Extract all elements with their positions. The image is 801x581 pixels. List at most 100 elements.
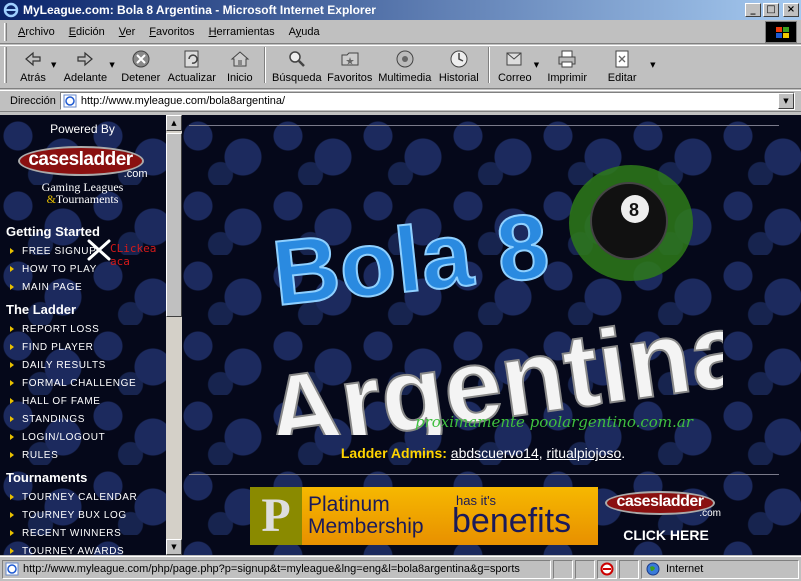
status-cell-security: [597, 559, 617, 579]
annotation-text: CLickea aca: [110, 242, 157, 268]
toolbar-overflow-icon[interactable]: ▼: [650, 61, 655, 69]
toolbar-separator: [487, 47, 490, 83]
print-button[interactable]: Imprimir: [542, 44, 592, 84]
printer-icon: [558, 50, 576, 68]
menu-edicion[interactable]: Edición: [62, 26, 112, 38]
url-input[interactable]: [80, 95, 778, 107]
logo-ampersand: &: [46, 192, 56, 206]
nav-item-daily-results[interactable]: DAILY RESULTS: [6, 356, 165, 374]
nav-item-hall-of-fame[interactable]: HALL OF FAME: [6, 392, 165, 410]
back-dropdown-icon[interactable]: ▼: [51, 61, 56, 69]
stop-icon: [132, 50, 150, 68]
click-here-label: CLICK HERE: [623, 527, 709, 543]
nav-item-label: STANDINGS: [22, 413, 85, 425]
nav-item-main-page[interactable]: MAIN PAGE: [6, 278, 165, 296]
history-button[interactable]: Historial: [434, 44, 484, 84]
home-button[interactable]: Inicio: [220, 44, 260, 84]
security-zone: Internet: [641, 559, 799, 579]
windows-logo-icon: [765, 21, 797, 43]
address-dropdown-icon[interactable]: ▼: [778, 93, 794, 109]
casesladder-click-here-ad[interactable]: casesladder .com CLICK HERE: [601, 489, 731, 545]
nav-item-login-logout[interactable]: LOGIN/LOGOUT: [6, 428, 165, 446]
admin-link-ritualpiojoso[interactable]: ritualpiojoso: [547, 445, 622, 461]
page-content: Powered By casesladder .com Gaming Leagu…: [0, 115, 801, 555]
back-label: Atrás: [20, 72, 46, 84]
address-field[interactable]: ▼: [59, 92, 795, 110]
media-button[interactable]: Multimedia: [376, 44, 434, 84]
nav-item-label: HOW TO PLAY: [22, 263, 97, 275]
nav-section-the-ladder: The Ladder REPORT LOSS FIND PLAYER DAILY…: [0, 302, 165, 464]
media-label: Multimedia: [378, 72, 432, 84]
admins-label: Ladder Admins:: [340, 445, 447, 461]
home-icon: [230, 51, 250, 67]
nav-item-tourney-calendar[interactable]: TOURNEY CALENDAR: [6, 488, 165, 506]
history-clock-icon: [450, 50, 468, 68]
divider-bottom: [189, 474, 779, 475]
nav-item-find-player[interactable]: FIND PLAYER: [6, 338, 165, 356]
mail-label: Correo: [497, 72, 532, 84]
stop-button[interactable]: Detener: [118, 44, 164, 84]
nav-item-standings[interactable]: STANDINGS: [6, 410, 165, 428]
forward-dropdown-icon[interactable]: ▼: [109, 61, 114, 69]
refresh-button[interactable]: Actualizar: [164, 44, 220, 84]
platinum-membership-ad[interactable]: P Platinum Membership has it's benefits: [250, 487, 598, 545]
forward-label: Adelante: [63, 72, 108, 84]
nav-item-label: LOGIN/LOGOUT: [22, 431, 106, 443]
ie-page-icon: [63, 94, 77, 108]
favorites-folder-icon: [341, 52, 359, 66]
mail-button[interactable]: Correo: [494, 44, 536, 84]
status-cell-empty: [619, 559, 639, 579]
minimize-button[interactable]: _: [745, 3, 761, 17]
nav-item-tourney-awards[interactable]: TOURNEY AWARDS: [6, 542, 165, 555]
forward-button[interactable]: Adelante: [59, 44, 111, 84]
casesladder-logo[interactable]: casesladder .com: [17, 142, 148, 180]
search-button[interactable]: Búsqueda: [270, 44, 324, 84]
close-button[interactable]: ×: [783, 3, 799, 17]
status-url: http://www.myleague.com/php/page.php?p=s…: [23, 563, 520, 575]
search-icon: [289, 51, 305, 67]
favorites-button[interactable]: Favoritos: [324, 44, 376, 84]
address-bar: Dirección ▼: [0, 90, 801, 112]
favorites-label: Favoritos: [327, 72, 373, 84]
nav-item-rules[interactable]: RULES: [6, 446, 165, 464]
bullet-icon: [10, 248, 14, 254]
menu-archivo[interactable]: Archivo: [11, 26, 62, 38]
ad-line2: Membership: [308, 515, 424, 538]
nav-item-label: TOURNEY CALENDAR: [22, 491, 138, 503]
maximize-button[interactable]: □: [763, 3, 779, 17]
scroll-down-button[interactable]: ▼: [166, 539, 182, 555]
back-button[interactable]: Atrás: [13, 44, 53, 84]
status-cell-empty: [575, 559, 595, 579]
nav-item-label: FORMAL CHALLENGE: [22, 377, 137, 389]
internet-globe-icon: [646, 562, 660, 576]
main-area: Bola 8 8 Argentina proximamente poolarge…: [183, 115, 783, 555]
bullet-icon: [10, 362, 14, 368]
edit-label: Editar: [607, 72, 637, 84]
menu-ayuda[interactable]: Ayuda: [282, 26, 327, 38]
nav-item-recent-winners[interactable]: RECENT WINNERS: [6, 524, 165, 542]
scroll-up-button[interactable]: ▲: [166, 115, 182, 131]
logo-subtitle-tournaments: Tournaments: [55, 192, 119, 206]
edit-button[interactable]: Editar: [592, 44, 652, 84]
forward-arrow-icon: [77, 51, 94, 67]
menu-herramientas[interactable]: Herramientas: [202, 26, 282, 38]
ie-logo-icon: [3, 2, 19, 18]
mail-dropdown-icon[interactable]: ▼: [534, 61, 539, 69]
blocked-icon: [600, 562, 614, 576]
nav-item-tourney-bux-log[interactable]: TOURNEY BUX LOG: [6, 506, 165, 524]
vertical-scrollbar[interactable]: ▲ ▼: [166, 115, 182, 555]
nav-item-label: HALL OF FAME: [22, 395, 101, 407]
nav-item-report-loss[interactable]: REPORT LOSS: [6, 320, 165, 338]
nav-item-formal-challenge[interactable]: FORMAL CHALLENGE: [6, 374, 165, 392]
menu-favoritos[interactable]: Favoritos: [142, 26, 201, 38]
home-label: Inicio: [226, 72, 253, 84]
scroll-thumb[interactable]: [166, 133, 182, 317]
admin-link-abdscuervo14[interactable]: abdscuervo14: [451, 445, 539, 461]
menu-ver[interactable]: Ver: [112, 26, 143, 38]
tagline: proximamente poolargentino.com.ar: [415, 413, 693, 431]
nav-item-label: MAIN PAGE: [22, 281, 83, 293]
menubar-grip: [4, 22, 7, 41]
admins-end: .: [621, 445, 626, 461]
bullet-icon: [10, 548, 14, 554]
nav-section-tournaments: Tournaments TOURNEY CALENDAR TOURNEY BUX…: [0, 470, 165, 555]
